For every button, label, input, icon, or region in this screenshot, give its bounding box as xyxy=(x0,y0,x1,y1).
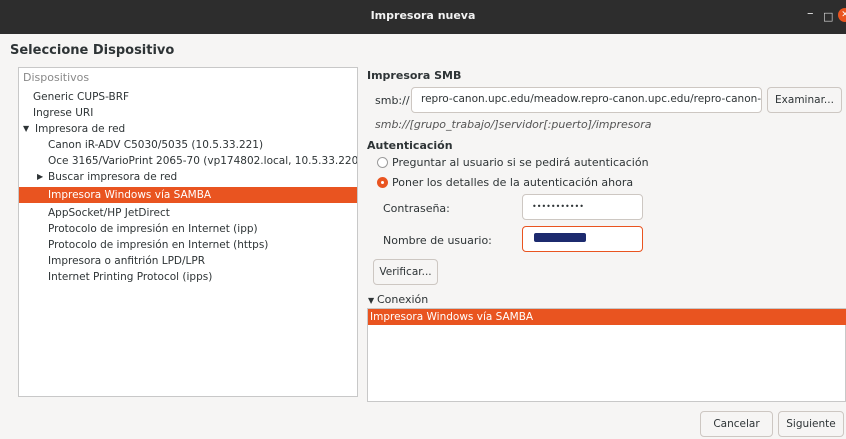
device-item-label: Protocolo de impresión en Internet (ipp) xyxy=(48,223,258,235)
smb-uri-field[interactable]: repro-canon.upc.edu/meadow.repro-canon.u… xyxy=(411,87,762,113)
connection-expander[interactable]: Conexión xyxy=(377,293,428,306)
title-bar: Impresora nueva – □ ✕ xyxy=(0,0,846,34)
smb-prefix-label: smb:// xyxy=(375,94,410,107)
smb-section-title: Impresora SMB xyxy=(367,69,462,82)
device-item-label: Internet Printing Protocol (ipps) xyxy=(48,271,213,283)
device-list[interactable]: Dispositivos Generic CUPS-BRF Ingrese UR… xyxy=(18,67,358,397)
device-item-appsocket[interactable]: AppSocket/HP JetDirect xyxy=(19,205,357,221)
browse-button[interactable]: Examinar... xyxy=(767,87,842,113)
chevron-right-icon[interactable]: ▶ xyxy=(37,169,43,185)
device-item-ipp[interactable]: Protocolo de impresión en Internet (ipp) xyxy=(19,221,357,237)
maximize-icon[interactable]: □ xyxy=(823,10,833,23)
chevron-down-icon[interactable]: ▼ xyxy=(23,121,29,137)
connection-row-label: Impresora Windows vía SAMBA xyxy=(370,311,534,323)
device-item-label: Generic CUPS-BRF xyxy=(33,91,130,103)
auth-section-title: Autenticación xyxy=(367,139,453,152)
username-label: Nombre de usuario: xyxy=(383,234,492,247)
device-item-samba-selected[interactable]: Impresora Windows vía SAMBA xyxy=(19,187,357,203)
next-button[interactable]: Siguiente xyxy=(778,411,844,437)
close-icon[interactable]: ✕ xyxy=(838,8,846,22)
connection-list[interactable]: Impresora Windows vía SAMBA xyxy=(367,308,846,402)
device-item-label: Ingrese URI xyxy=(33,107,94,119)
device-item-canon[interactable]: Canon iR-ADV C5030/5035 (10.5.33.221) xyxy=(19,137,357,153)
device-item-label: Protocolo de impresión en Internet (http… xyxy=(48,239,269,251)
device-item-label: Impresora o anfitrión LPD/LPR xyxy=(48,255,206,267)
radio-auth-now-label: Poner los detalles de la autenticación a… xyxy=(392,176,634,189)
password-label: Contraseña: xyxy=(383,202,450,215)
password-value: ••••••••••• xyxy=(532,202,584,211)
device-item-label: AppSocket/HP JetDirect xyxy=(48,207,170,219)
device-item-label: Oce 3165/VarioPrint 2065-70 (vp174802.lo… xyxy=(48,155,358,167)
device-item-label: Impresora de red xyxy=(35,123,126,135)
device-item-oce[interactable]: Oce 3165/VarioPrint 2065-70 (vp174802.lo… xyxy=(19,153,357,169)
redacted-username xyxy=(534,233,586,242)
device-item-generic-cups-brf[interactable]: Generic CUPS-BRF xyxy=(19,89,357,105)
verify-button[interactable]: Verificar... xyxy=(373,259,438,285)
device-item-impresora-de-red[interactable]: ▼ Impresora de red xyxy=(19,121,357,137)
device-item-lpd-lpr[interactable]: Impresora o anfitrión LPD/LPR xyxy=(19,253,357,269)
radio-auth-now[interactable] xyxy=(377,177,388,188)
device-item-ingrese-uri[interactable]: Ingrese URI xyxy=(19,105,357,121)
device-item-label: Buscar impresora de red xyxy=(48,171,178,183)
device-item-https[interactable]: Protocolo de impresión en Internet (http… xyxy=(19,237,357,253)
smb-uri-value: repro-canon.upc.edu/meadow.repro-canon.u… xyxy=(421,93,762,105)
radio-prompt-user[interactable] xyxy=(377,157,388,168)
password-field[interactable]: ••••••••••• xyxy=(522,194,643,220)
window-title: Impresora nueva xyxy=(370,9,476,22)
device-item-label: Impresora Windows vía SAMBA xyxy=(48,189,212,201)
device-item-label: Canon iR-ADV C5030/5035 (10.5.33.221) xyxy=(48,139,264,151)
smb-uri-hint: smb://[grupo_trabajo/]servidor[:puerto]/… xyxy=(375,118,652,131)
cancel-button[interactable]: Cancelar xyxy=(700,411,773,437)
device-item-buscar-impresora[interactable]: ▶ Buscar impresora de red xyxy=(19,169,357,185)
connection-row-selected[interactable]: Impresora Windows vía SAMBA xyxy=(368,309,846,325)
radio-prompt-user-label: Preguntar al usuario si se pedirá autent… xyxy=(392,156,649,169)
device-list-header: Dispositivos xyxy=(23,71,90,84)
minimize-icon[interactable]: – xyxy=(807,6,814,21)
device-item-ipps[interactable]: Internet Printing Protocol (ipps) xyxy=(19,269,357,285)
chevron-down-icon[interactable]: ▼ xyxy=(368,296,374,305)
page-title: Seleccione Dispositivo xyxy=(10,43,175,58)
